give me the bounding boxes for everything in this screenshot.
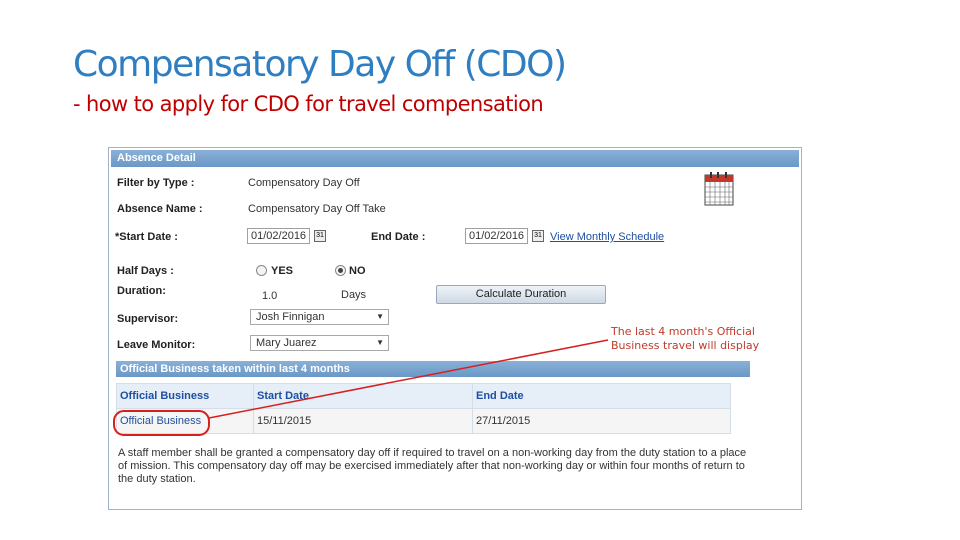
view-monthly-schedule-link[interactable]: View Monthly Schedule — [550, 231, 664, 243]
row-official-business-link[interactable]: Official Business — [116, 408, 254, 434]
half-days-no-radio[interactable] — [335, 265, 346, 276]
leave-monitor-select[interactable]: Mary Juarez ▼ — [250, 335, 389, 351]
duration-unit: Days — [341, 289, 367, 301]
column-header-end-date[interactable]: End Date — [472, 383, 731, 409]
official-business-header: Official Business taken within last 4 mo… — [116, 361, 750, 377]
end-date-input[interactable]: 01/02/2016 — [465, 228, 528, 244]
table-header-row: Official Business Start Date End Date — [116, 383, 731, 409]
start-date-input[interactable]: 01/02/2016 — [247, 228, 310, 244]
end-date-calendar-icon[interactable]: 31 — [532, 230, 544, 242]
slide-title: Compensatory Day Off (CDO) — [73, 44, 567, 85]
end-date-label: End Date : — [371, 231, 426, 243]
supervisor-label: Supervisor: — [117, 313, 179, 325]
column-header-start-date[interactable]: Start Date — [253, 383, 473, 409]
chevron-down-icon: ▼ — [376, 312, 384, 321]
row-start-date: 15/11/2015 — [253, 408, 473, 434]
supervisor-select-value: Josh Finnigan — [256, 311, 325, 323]
leave-monitor-select-value: Mary Juarez — [256, 337, 317, 349]
leave-monitor-label: Leave Monitor: — [117, 339, 196, 351]
half-days-yes-label: YES — [271, 265, 294, 277]
filter-type-label: Filter by Type : — [117, 177, 195, 189]
calculate-duration-button[interactable]: Calculate Duration — [436, 285, 606, 304]
official-business-table: Official Business Start Date End Date Of… — [116, 383, 731, 434]
half-days-label: Half Days : — [117, 265, 174, 277]
absence-name-value: Compensatory Day Off Take — [248, 203, 386, 215]
filter-type-value: Compensatory Day Off — [248, 177, 360, 189]
duration-label: Duration: — [117, 285, 166, 297]
start-date-label: *Start Date : — [115, 231, 178, 243]
cdo-policy-note: A staff member shall be granted a compen… — [118, 447, 747, 485]
row-end-date: 27/11/2015 — [472, 408, 731, 434]
annotation-callout: The last 4 month's Official Business tra… — [611, 325, 760, 352]
column-header-official-business[interactable]: Official Business — [116, 383, 254, 409]
duration-value: 1.0 — [262, 290, 278, 302]
absence-name-label: Absence Name : — [117, 203, 203, 215]
absence-detail-header: Absence Detail — [111, 150, 799, 167]
start-date-calendar-icon[interactable]: 31 — [314, 230, 326, 242]
supervisor-select[interactable]: Josh Finnigan ▼ — [250, 309, 389, 325]
half-days-yes-radio[interactable] — [256, 265, 267, 276]
chevron-down-icon: ▼ — [376, 338, 384, 347]
slide-subtitle: - how to apply for CDO for travel compen… — [73, 92, 544, 116]
half-days-no-label: NO — [349, 265, 366, 277]
table-row[interactable]: Official Business 15/11/2015 27/11/2015 — [116, 408, 731, 434]
calendar-icon[interactable] — [704, 172, 734, 206]
